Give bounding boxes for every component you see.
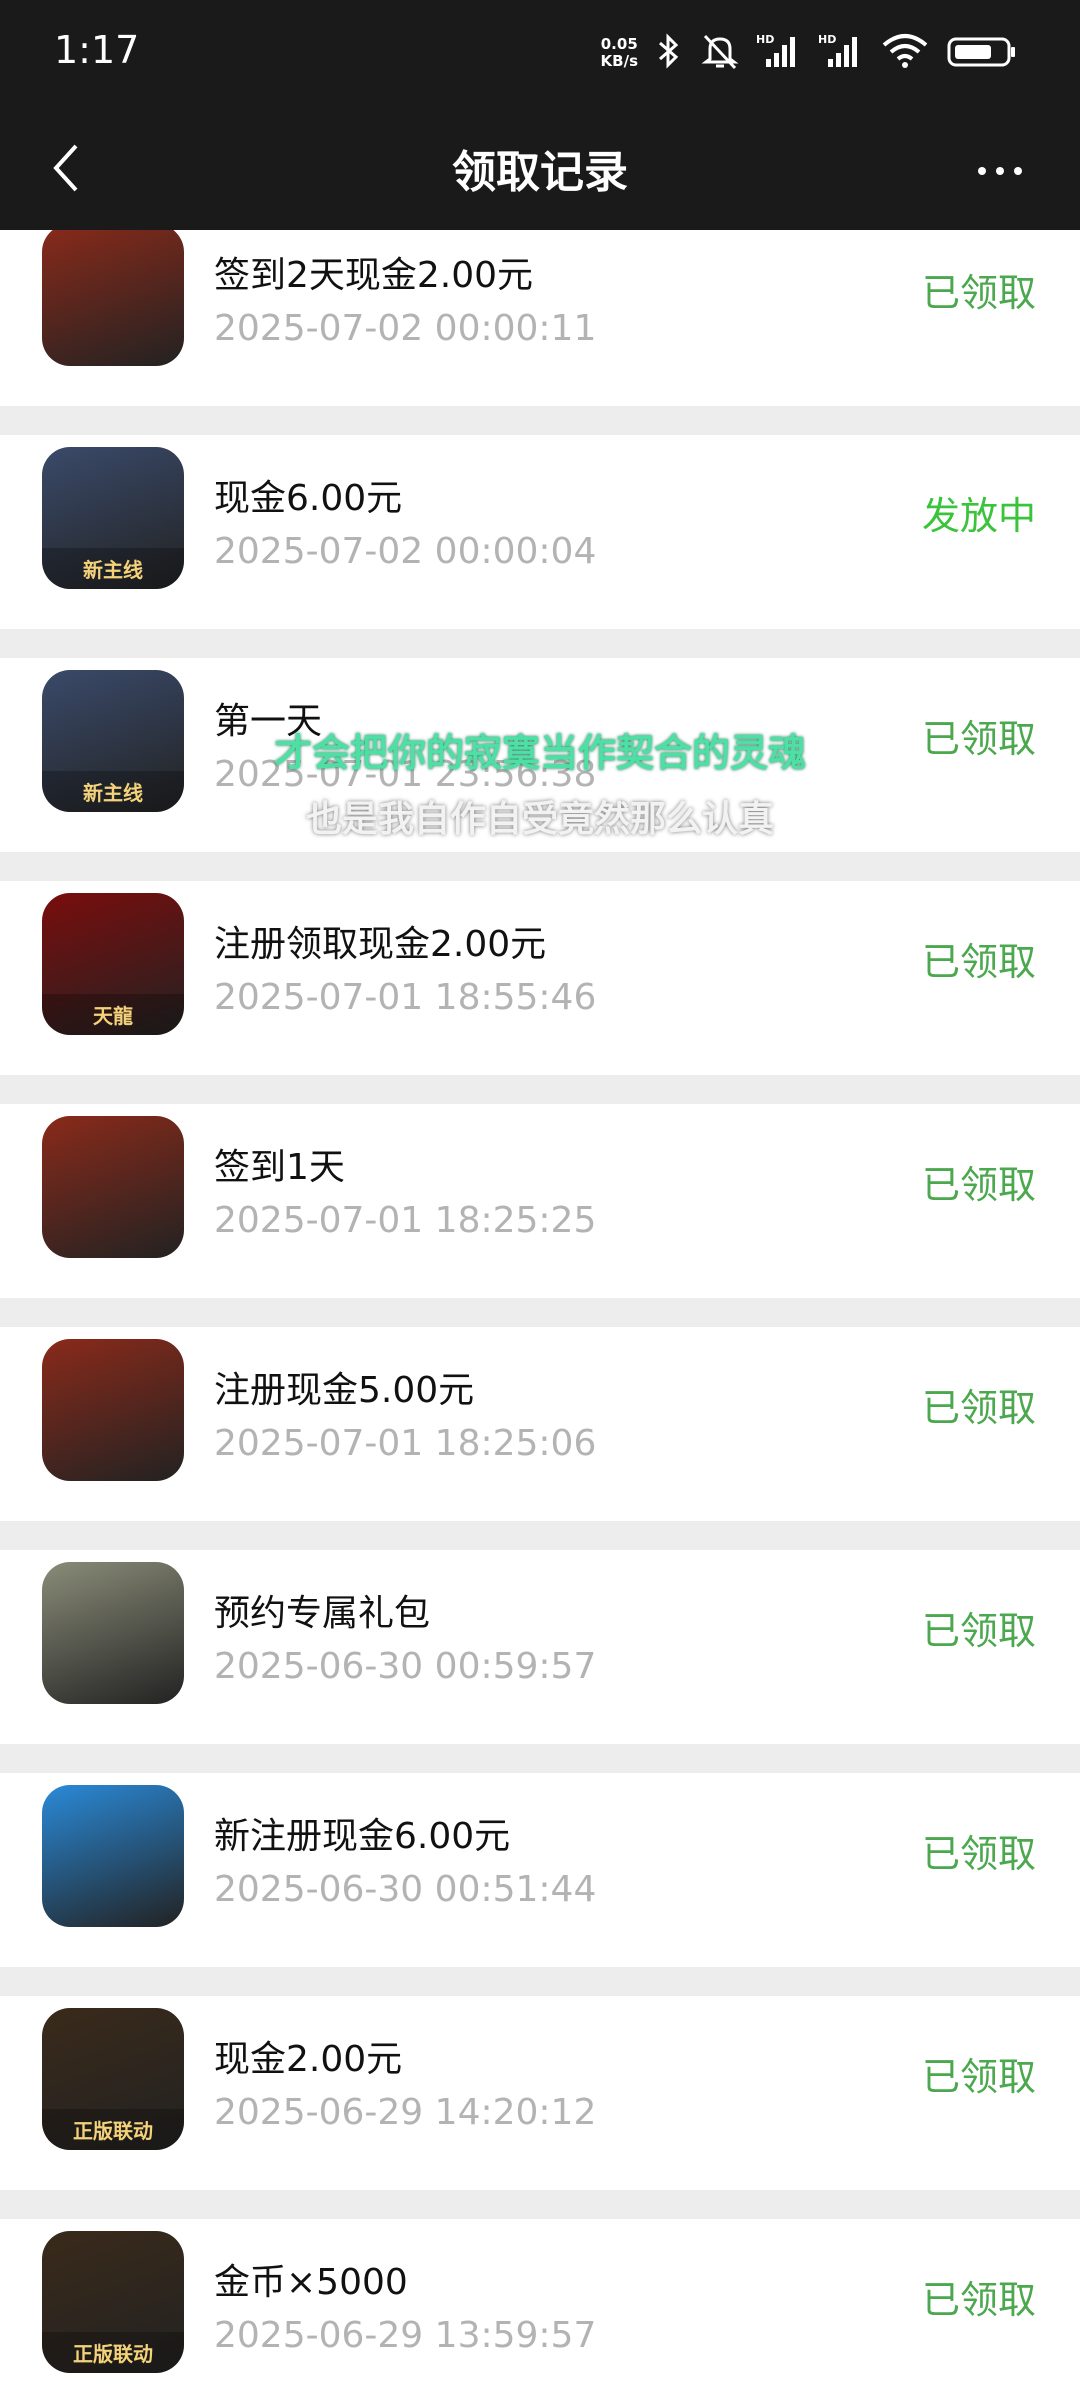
record-text: 金币×5000 2025-06-29 13:59:57 [214, 2253, 596, 2356]
app-icon: 正版联动 [42, 2231, 184, 2373]
record-title: 金币×5000 [214, 2262, 408, 2303]
record-status: 发放中 [921, 494, 1036, 538]
record-text: 现金6.00元 2025-07-02 00:00:04 [214, 469, 596, 572]
record-title: 注册领取现金2.00元 [214, 924, 547, 965]
record-date: 2025-07-01 18:25:25 [214, 1200, 597, 1241]
record-text: 注册领取现金2.00元 2025-07-01 18:55:46 [214, 915, 596, 1018]
more-button[interactable] [960, 146, 1040, 196]
app-icon: 新主线 [42, 670, 184, 812]
record-date: 2025-07-02 00:00:11 [214, 308, 597, 349]
record-date: 2025-06-29 13:59:57 [214, 2315, 597, 2356]
record-text: 注册现金5.00元 2025-07-01 18:25:06 [214, 1361, 596, 1464]
list-item[interactable]: 新主线 第一天 2025-07-01 23:56:38 已领取 [0, 658, 1080, 852]
record-date: 2025-07-01 18:55:46 [214, 977, 597, 1018]
app-icon-label: 正版联动 [42, 2332, 184, 2373]
page-title: 领取记录 [452, 147, 628, 198]
list-item[interactable]: 天龍 注册领取现金2.00元 2025-07-01 18:55:46 已领取 [0, 881, 1080, 1075]
status-bar: 1:17 0.05 KB/s HD HD [0, 0, 1080, 106]
record-status: 已领取 [921, 1832, 1036, 1876]
record-status: 已领取 [921, 1386, 1036, 1430]
record-title: 现金2.00元 [214, 2039, 403, 2080]
record-status: 已领取 [921, 717, 1036, 761]
record-text: 新注册现金6.00元 2025-06-30 00:51:44 [214, 1807, 596, 1910]
record-title: 新注册现金6.00元 [214, 1816, 511, 1857]
wifi-icon [880, 31, 930, 75]
record-text: 第一天 2025-07-01 23:56:38 [214, 692, 596, 795]
signal-hd-icon: HD [756, 31, 802, 75]
record-title: 签到1天 [214, 1147, 345, 1188]
mute-icon [700, 31, 740, 75]
record-title: 注册现金5.00元 [214, 1370, 475, 1411]
record-text: 签到1天 2025-07-01 18:25:25 [214, 1138, 596, 1241]
app-icon-label: 正版联动 [42, 2109, 184, 2150]
list-item[interactable]: 新主线 现金6.00元 2025-07-02 00:00:04 发放中 [0, 435, 1080, 629]
app-icon [42, 1785, 184, 1927]
app-icon-label: 新主线 [42, 548, 184, 589]
record-text: 现金2.00元 2025-06-29 14:20:12 [214, 2030, 596, 2133]
status-time: 1:17 [54, 28, 140, 72]
net-speed-value: 0.05 [600, 35, 638, 53]
record-text: 预约专属礼包 2025-06-30 00:59:57 [214, 1584, 596, 1687]
list-item[interactable]: 签到2天现金2.00元 2025-07-02 00:00:11 已领取 [0, 230, 1080, 406]
record-status: 已领取 [921, 271, 1036, 315]
record-list[interactable]: 签到2天现金2.00元 2025-07-02 00:00:11 已领取 新主线 现金6.… [0, 230, 1080, 2400]
record-title: 签到2天现金2.00元 [214, 255, 534, 296]
status-icons: 0.05 KB/s HD HD [601, 28, 1018, 78]
app-icon: 天龍 [42, 893, 184, 1035]
list-item[interactable]: 签到1天 2025-07-01 18:25:25 已领取 [0, 1104, 1080, 1298]
record-status: 已领取 [921, 2055, 1036, 2099]
record-status: 已领取 [921, 1609, 1036, 1653]
app-icon [42, 1562, 184, 1704]
svg-text:HD: HD [756, 33, 774, 46]
list-item[interactable]: 新注册现金6.00元 2025-06-30 00:51:44 已领取 [0, 1773, 1080, 1967]
signal-hd-icon: HD [818, 31, 864, 75]
record-title: 第一天 [214, 701, 323, 742]
record-date: 2025-07-01 18:25:06 [214, 1423, 597, 1464]
record-status: 已领取 [921, 1163, 1036, 1207]
list-item[interactable]: 正版联动 现金2.00元 2025-06-29 14:20:12 已领取 [0, 1996, 1080, 2190]
more-icon [978, 167, 986, 175]
record-date: 2025-07-02 00:00:04 [214, 531, 597, 572]
app-icon: 新主线 [42, 447, 184, 589]
record-status: 已领取 [921, 2278, 1036, 2322]
list-item[interactable]: 预约专属礼包 2025-06-30 00:59:57 已领取 [0, 1550, 1080, 1744]
bluetooth-icon [654, 31, 684, 75]
app-icon [42, 1339, 184, 1481]
record-status: 已领取 [921, 940, 1036, 984]
list-item[interactable]: 注册现金5.00元 2025-07-01 18:25:06 已领取 [0, 1327, 1080, 1521]
record-date: 2025-06-30 00:59:57 [214, 1646, 597, 1687]
app-icon: 正版联动 [42, 2008, 184, 2150]
record-title: 预约专属礼包 [214, 1593, 431, 1634]
navigation-bar: 领取记录 [0, 106, 1080, 230]
app-icon-label: 天龍 [42, 994, 184, 1035]
record-date: 2025-06-29 14:20:12 [214, 2092, 597, 2133]
record-title: 现金6.00元 [214, 478, 403, 519]
app-icon [42, 230, 184, 366]
record-text: 签到2天现金2.00元 2025-07-02 00:00:11 [214, 246, 596, 349]
app-icon [42, 1116, 184, 1258]
list-item[interactable]: 正版联动 金币×5000 2025-06-29 13:59:57 已领取 [0, 2219, 1080, 2400]
net-speed: 0.05 KB/s [601, 36, 638, 70]
record-date: 2025-07-01 23:56:38 [214, 754, 597, 795]
battery-icon [946, 31, 1018, 75]
svg-text:HD: HD [818, 33, 836, 46]
app-icon-label: 新主线 [42, 771, 184, 812]
net-speed-unit: KB/s [600, 52, 638, 70]
record-date: 2025-06-30 00:51:44 [214, 1869, 597, 1910]
